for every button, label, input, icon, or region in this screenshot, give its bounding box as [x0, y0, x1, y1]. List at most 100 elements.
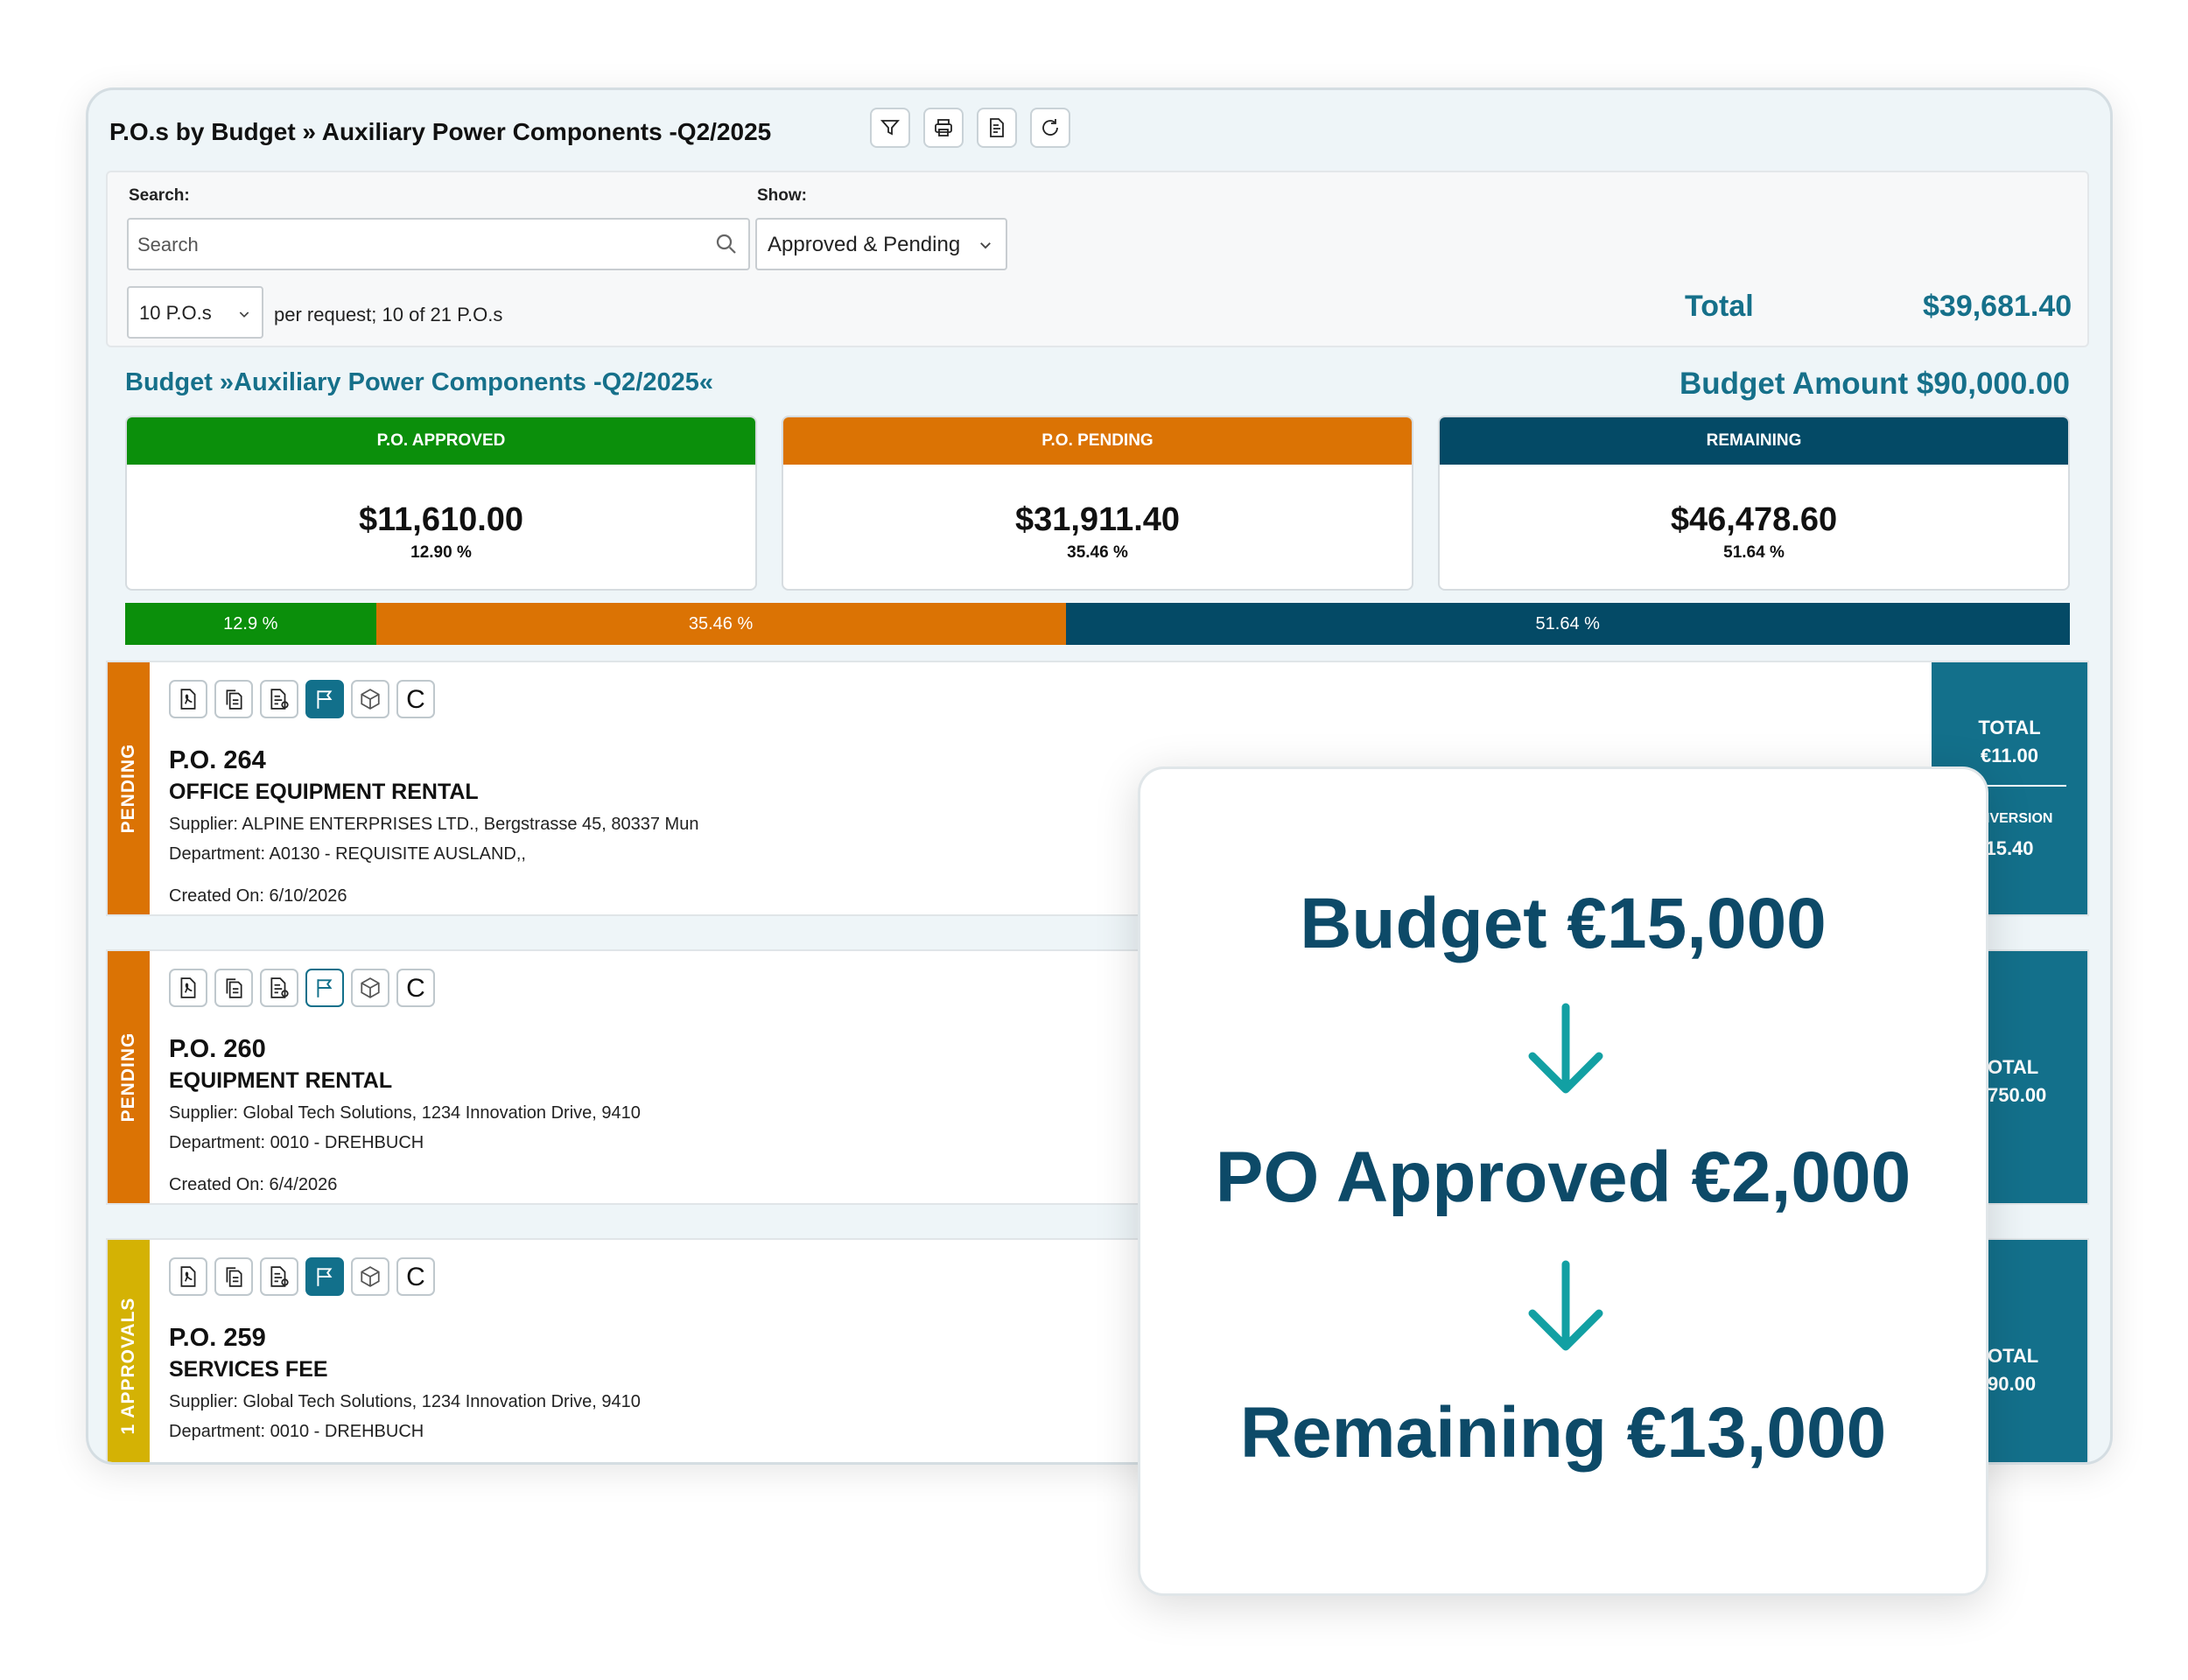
po-name: EQUIPMENT RENTAL [169, 1068, 393, 1093]
card-amount: $31,911.40 [1014, 501, 1181, 538]
progress-segment-approved: 12.9 % [125, 603, 376, 645]
arrow-down-icon [1528, 1003, 1603, 1094]
package-button[interactable] [351, 680, 389, 718]
po-number: P.O. 260 [169, 1035, 266, 1063]
pdf-button[interactable] [169, 1257, 207, 1296]
flag-button[interactable] [305, 1257, 344, 1296]
chevron-down-icon [980, 242, 991, 249]
refresh-button[interactable] [1030, 108, 1070, 148]
pending-card: P.O. PENDING $31,911.40 35.46 % [782, 416, 1413, 591]
card-header: P.O. APPROVED [127, 417, 755, 465]
flag-icon [317, 979, 333, 998]
filter-panel: Search: Search Show: Approved & Pending … [106, 171, 2089, 347]
chevron-down-icon [239, 312, 249, 318]
po-number: P.O. 264 [169, 746, 266, 774]
document-export-icon [270, 1266, 289, 1287]
po-department: Department: 0010 - DREHBUCH [169, 1133, 424, 1152]
print-button[interactable] [923, 108, 964, 148]
status-label: PENDING [118, 743, 138, 834]
total-label: Total [1685, 290, 1754, 323]
refresh-icon [1042, 119, 1058, 136]
budget-title: Budget »Auxiliary Power Components -Q2/2… [125, 368, 714, 396]
flag-button[interactable] [305, 969, 344, 1007]
c-icon: C [406, 1263, 425, 1292]
overlay-approved-line: PO Approved €2,000 [1215, 1138, 1911, 1217]
po-actions: C [169, 1257, 435, 1296]
pdf-button[interactable] [169, 969, 207, 1007]
arrow-down-icon [1528, 1260, 1603, 1351]
progress-segment-pending: 35.46 % [375, 603, 1066, 645]
po-supplier: Supplier: Global Tech Solutions, 1234 In… [169, 1392, 641, 1411]
budget-explainer-card: Budget €15,000 PO Approved €2,000 Remain… [1138, 766, 1988, 1596]
pdf-icon [180, 977, 196, 998]
budget-summary: Budget »Auxiliary Power Components -Q2/2… [106, 349, 2089, 655]
po-conversion-label: IVERSION [1986, 811, 2053, 826]
document-export-icon [270, 689, 289, 710]
page-title: P.O.s by Budget » Auxiliary Power Compon… [109, 118, 772, 145]
package-button[interactable] [351, 1257, 389, 1296]
package-icon [361, 1266, 380, 1287]
package-button[interactable] [351, 969, 389, 1007]
copy-icon [226, 978, 242, 998]
po-number: P.O. 259 [169, 1324, 266, 1352]
po-total-value: €11.00 [1980, 745, 2039, 766]
c-icon: C [406, 974, 425, 1003]
status-stripe: PENDING [108, 951, 150, 1203]
card-amount: $11,610.00 [358, 501, 524, 538]
document-export-icon [990, 118, 1004, 137]
pdf-icon [180, 1266, 196, 1287]
c-button[interactable]: C [396, 680, 435, 718]
po-total-value: 750.00 [1988, 1084, 2047, 1106]
status-stripe: PENDING [108, 662, 150, 914]
card-header: REMAINING [1440, 417, 2068, 465]
status-label: 1 APPROVALS [118, 1297, 138, 1435]
export-button[interactable] [260, 969, 298, 1007]
po-name: SERVICES FEE [169, 1357, 328, 1382]
search-label: Search: [129, 186, 190, 205]
card-percent: 35.46 % [1067, 543, 1128, 562]
po-total-label: OTAL [1988, 1056, 2039, 1078]
po-created: Created On: 6/4/2026 [169, 1175, 338, 1194]
filter-button[interactable] [870, 108, 910, 148]
po-total-label: TOTAL [1978, 717, 2041, 738]
export-button[interactable] [977, 108, 1017, 148]
total-value: $39,681.40 [1923, 290, 2072, 323]
po-created: Created On: 6/10/2026 [169, 886, 347, 906]
c-button[interactable]: C [396, 1257, 435, 1296]
po-total-value: 90.00 [1988, 1373, 2037, 1395]
c-icon: C [406, 685, 425, 714]
po-department: Department: A0130 - REQUISITE AUSLAND,, [169, 844, 526, 864]
copy-button[interactable] [214, 969, 253, 1007]
copy-button[interactable] [214, 680, 253, 718]
export-button[interactable] [260, 1257, 298, 1296]
progress-segment-remaining: 51.64 % [1065, 603, 2070, 645]
approved-card: P.O. APPROVED $11,610.00 12.90 % [125, 416, 757, 591]
card-percent: 12.90 % [410, 543, 472, 562]
search-input[interactable]: Search [127, 218, 750, 270]
filter-icon [880, 120, 900, 136]
budget-amount: Budget Amount $90,000.00 [1679, 367, 2070, 401]
status-label: PENDING [118, 1032, 138, 1123]
copy-icon [226, 690, 242, 710]
pdf-button[interactable] [169, 680, 207, 718]
po-actions: C [169, 680, 435, 718]
per-request-value: 10 P.O.s [139, 302, 212, 324]
show-select[interactable]: Approved & Pending [755, 218, 1007, 270]
flag-icon [317, 1268, 333, 1286]
card-header: P.O. PENDING [783, 417, 1412, 465]
remaining-card: REMAINING $46,478.60 51.64 % [1438, 416, 2070, 591]
c-button[interactable]: C [396, 969, 435, 1007]
export-button[interactable] [260, 680, 298, 718]
show-select-value: Approved & Pending [768, 233, 961, 256]
pagination-info: per request; 10 of 21 P.O.s [274, 304, 503, 326]
pdf-icon [180, 689, 196, 710]
po-supplier: Supplier: Global Tech Solutions, 1234 In… [169, 1103, 641, 1123]
po-name: OFFICE EQUIPMENT RENTAL [169, 780, 479, 804]
document-export-icon [270, 977, 289, 998]
copy-button[interactable] [214, 1257, 253, 1296]
status-stripe: 1 APPROVALS [108, 1240, 150, 1462]
flag-button[interactable] [305, 680, 344, 718]
budget-progress-bar: 12.9 % 35.46 % 51.64 % [125, 603, 2070, 645]
po-actions: C [169, 969, 435, 1007]
per-request-select[interactable]: 10 P.O.s [127, 286, 263, 339]
